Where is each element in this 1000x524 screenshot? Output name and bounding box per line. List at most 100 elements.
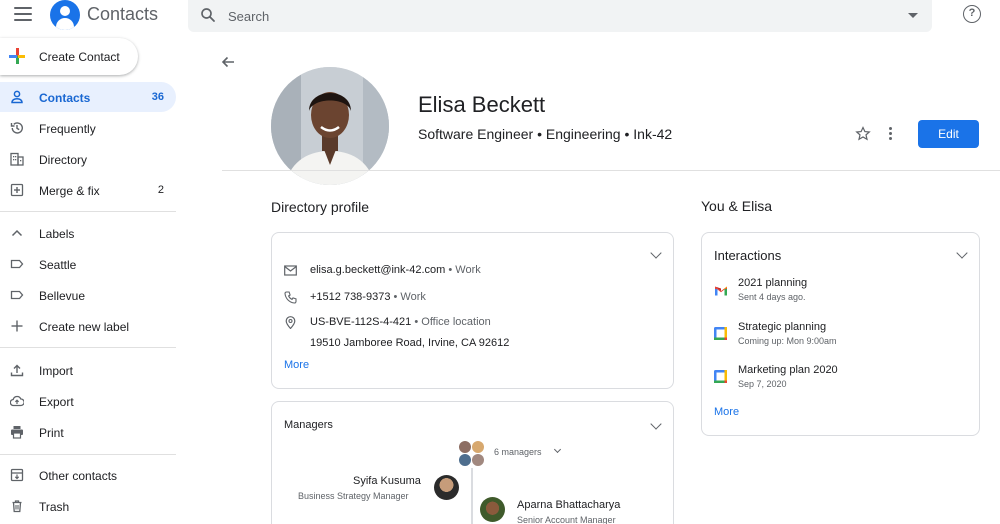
manager-avatar [459, 441, 471, 453]
directory-more-link[interactable]: More [284, 359, 309, 371]
cloud-upload-icon [10, 395, 24, 407]
create-new-label-button[interactable]: Create new label [0, 311, 176, 341]
printer-icon [11, 426, 23, 439]
calendar-icon [714, 327, 727, 340]
sidebar-item-label: Directory [39, 153, 88, 167]
location-type: • Office location [414, 316, 491, 328]
contacts-count: 36 [151, 91, 164, 103]
main-menu-icon[interactable] [14, 7, 32, 21]
sidebar-item-label: Print [39, 426, 64, 440]
chevron-down-icon[interactable] [553, 445, 562, 454]
sidebar-item-bellevue[interactable]: Bellevue [0, 280, 176, 310]
building-icon [10, 152, 24, 166]
interaction-item[interactable]: Strategic planning Coming up: Mon 9:00am [714, 321, 954, 351]
manager-role: Senior Account Manager [517, 515, 616, 524]
manager-avatar [472, 441, 484, 453]
sidebar-item-import[interactable]: Import [0, 355, 176, 385]
interaction-item[interactable]: 2021 planning Sent 4 days ago. [714, 277, 954, 307]
sidebar-item-contacts[interactable]: Contacts 36 [0, 82, 176, 112]
gmail-icon [715, 286, 727, 296]
phone-row[interactable]: +1512 738-9373 • Work [284, 290, 664, 306]
phone-icon [284, 291, 297, 304]
plus-icon [11, 320, 23, 332]
address-row: 19510 Jamboree Road, Irvine, CA 92612 [284, 336, 664, 352]
calendar-icon [714, 370, 727, 383]
contacts-logo-icon [50, 0, 80, 30]
sidebar-item-label: Frequently [39, 122, 96, 136]
chevron-down-icon[interactable] [956, 247, 968, 259]
search-options-dropdown-icon[interactable] [908, 13, 918, 18]
search-bar[interactable] [188, 0, 932, 32]
sidebar-item-merge-fix[interactable]: Merge & fix 2 [0, 175, 176, 205]
person-icon [11, 90, 23, 104]
manager-name[interactable]: Aparna Bhattacharya [517, 499, 620, 511]
managers-avatars-cluster[interactable] [459, 441, 485, 467]
org-chart-line [471, 468, 473, 524]
interactions-card: Interactions 2021 planning Sent 4 days a… [701, 232, 980, 436]
email-row[interactable]: elisa.g.beckett@ink-42.com • Work [284, 263, 664, 279]
star-icon[interactable] [855, 126, 871, 142]
sidebar-item-label: Merge & fix [39, 184, 100, 198]
sidebar-item-export[interactable]: Export [0, 386, 176, 416]
sidebar-item-directory[interactable]: Directory [0, 144, 176, 174]
labels-header-label: Labels [39, 227, 75, 241]
mail-icon [284, 265, 297, 276]
chevron-down-icon[interactable] [650, 418, 662, 430]
create-contact-label: Create Contact [39, 50, 120, 64]
plus-icon [9, 48, 25, 64]
interactions-more-link[interactable]: More [714, 406, 739, 418]
sidebar-item-seattle[interactable]: Seattle [0, 249, 176, 279]
phone-value[interactable]: +1512 738-9373 [310, 291, 390, 303]
header-divider [222, 170, 1000, 171]
phone-type: • Work [393, 291, 426, 303]
location-row: US-BVE-112S-4-421 • Office location [284, 315, 664, 331]
sidebar-divider [0, 454, 176, 455]
interaction-title: Marketing plan 2020 [738, 364, 838, 376]
sidebar-item-label: Seattle [39, 258, 77, 272]
contact-subtitle: Software Engineer • Engineering • Ink-42 [418, 126, 673, 142]
labels-header[interactable]: Labels [0, 218, 176, 248]
merge-count: 2 [157, 184, 164, 196]
sidebar-divider [0, 211, 176, 212]
sidebar-divider [0, 347, 176, 348]
interaction-subtitle: Sent 4 days ago. [738, 292, 806, 302]
sidebar-item-label: Contacts [39, 91, 91, 105]
interaction-title: Strategic planning [738, 321, 827, 333]
directory-card: elisa.g.beckett@ink-42.com • Work +1512 … [271, 232, 674, 389]
more-vert-icon[interactable] [889, 127, 893, 141]
location-code: US-BVE-112S-4-421 [310, 316, 412, 328]
chevron-down-icon[interactable] [650, 247, 662, 259]
email-type: • Work [448, 264, 481, 276]
email-value[interactable]: elisa.g.beckett@ink-42.com [310, 264, 445, 276]
interaction-subtitle: Coming up: Mon 9:00am [738, 336, 837, 346]
manager-avatar [472, 454, 484, 466]
create-contact-button[interactable]: Create Contact [0, 38, 138, 75]
interaction-subtitle: Sep 7, 2020 [738, 379, 787, 389]
sidebar-item-label: Trash [39, 500, 70, 514]
manager-role: Business Strategy Manager [298, 491, 409, 501]
sidebar-item-frequently[interactable]: Frequently [0, 113, 176, 143]
manager-avatar[interactable] [434, 475, 459, 500]
managers-count[interactable]: 6 managers [494, 447, 542, 457]
directory-profile-title: Directory profile [271, 199, 370, 215]
manager-avatar[interactable] [480, 497, 505, 522]
sidebar-item-trash[interactable]: Trash [0, 491, 176, 521]
sidebar-item-print[interactable]: Print [0, 417, 176, 447]
search-input[interactable] [228, 6, 888, 26]
manager-avatar [459, 454, 471, 466]
interactions-title: Interactions [714, 248, 782, 263]
sidebar-item-label: Bellevue [39, 289, 86, 303]
sidebar-item-label: Create new label [39, 320, 130, 334]
sidebar-item-label: Export [39, 395, 74, 409]
back-arrow-icon[interactable] [220, 54, 236, 70]
chevron-up-icon [11, 229, 23, 237]
edit-button[interactable]: Edit [918, 120, 979, 148]
search-icon[interactable] [199, 6, 217, 24]
app-title: Contacts [87, 4, 159, 24]
interaction-item[interactable]: Marketing plan 2020 Sep 7, 2020 [714, 364, 954, 394]
help-icon[interactable]: ? [963, 5, 981, 23]
managers-title: Managers [284, 419, 333, 431]
manager-name[interactable]: Syifa Kusuma [353, 475, 421, 487]
label-icon [10, 290, 24, 300]
sidebar-item-other-contacts[interactable]: Other contacts [0, 460, 176, 490]
